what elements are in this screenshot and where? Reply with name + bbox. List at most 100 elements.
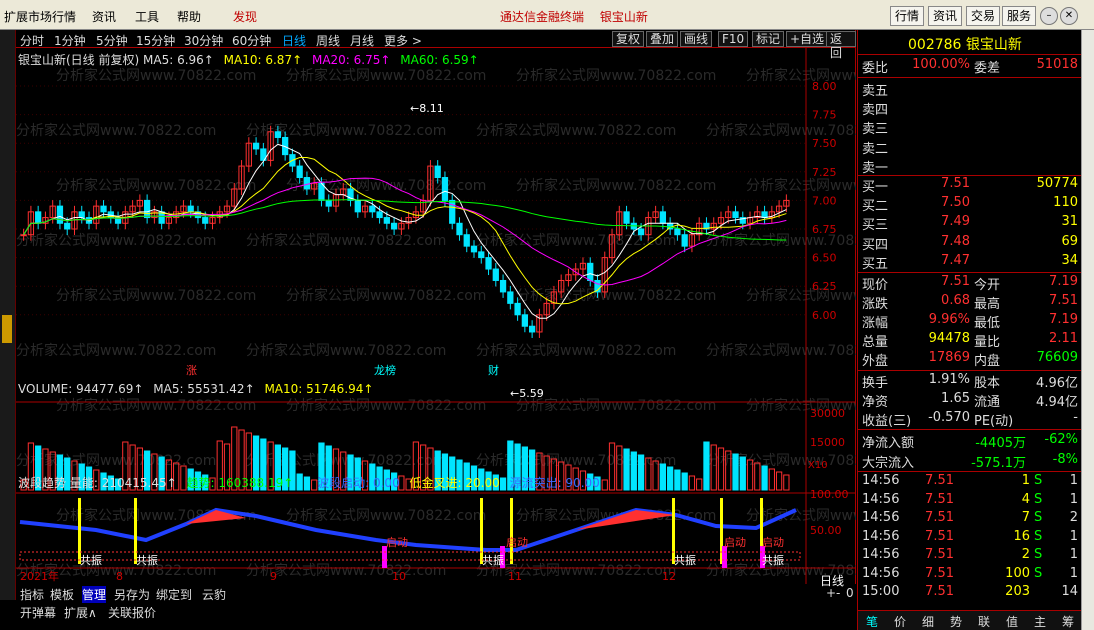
tab-danmu[interactable]: 开弹幕 <box>20 604 56 621</box>
candle-body <box>187 205 194 213</box>
stat-cell: 现价 <box>862 278 889 293</box>
period-month[interactable]: 月线 <box>350 32 374 49</box>
watermark-text: 分析家公式网www.70822.com <box>56 287 256 304</box>
tick-cell: 1 <box>1021 473 1030 488</box>
tab-yunbao[interactable]: 云豹 <box>202 586 226 603</box>
stat-cell: 收益(三) <box>862 414 912 429</box>
quote-tab[interactable]: 主 <box>1034 613 1046 630</box>
period-30min[interactable]: 30分钟 <box>184 32 223 49</box>
candle-body <box>659 211 667 224</box>
book-label: 买二 <box>862 199 889 215</box>
tick-cell: 4 <box>1021 491 1030 507</box>
sell-row: 卖四 <box>858 99 1082 118</box>
stat-cell: 7.51 <box>941 274 970 289</box>
service-button[interactable]: 服务 <box>1002 6 1037 26</box>
buy-row: 买五 7.47 34 <box>858 253 1082 272</box>
date-tick-label: 12 <box>662 570 676 583</box>
date-tick-label: 11 <box>508 570 522 583</box>
quote-tab[interactable]: 联 <box>978 613 990 630</box>
period-week[interactable]: 周线 <box>316 32 340 49</box>
quote-tab[interactable]: 势 <box>950 613 962 630</box>
stat-row: 涨幅 9.96% 最低 7.19 <box>858 312 1082 331</box>
candle-body <box>56 205 64 224</box>
watermark-text: 分析家公式网www.70822.com <box>706 342 856 359</box>
tick-cell: 203 <box>1005 584 1030 599</box>
period-5min[interactable]: 5分钟 <box>96 32 128 49</box>
tick-cell: 1 <box>1069 473 1078 488</box>
stock-title: 银宝山新 <box>599 10 648 24</box>
news-button[interactable]: 资讯 <box>928 6 963 26</box>
candle-body <box>202 217 209 224</box>
fuquan-button[interactable]: 复权 <box>612 31 645 47</box>
tick-cell: 7.51 <box>925 473 954 488</box>
expand-panel-tab[interactable] <box>2 315 12 343</box>
book-label: 卖一 <box>862 160 889 176</box>
tab-extend[interactable]: 扩展∧ <box>64 604 97 621</box>
book-label: 买四 <box>862 237 889 253</box>
back-button[interactable]: 返回 <box>826 31 856 60</box>
price-tick-label: 6.25 <box>812 280 837 293</box>
watermark-text: 分析家公式网www.70822.com <box>16 232 216 249</box>
tick-cell: 7.51 <box>925 565 954 581</box>
tab-manage[interactable]: 管理 <box>82 586 107 603</box>
candle-body <box>463 234 470 247</box>
volume-bar <box>681 472 688 491</box>
watermark-text: 分析家公式网www.70822.com <box>16 342 216 359</box>
tick-cell: 2 <box>1069 510 1078 525</box>
quotes-button[interactable]: 行情 <box>890 6 925 26</box>
quote-tab[interactable]: 值 <box>1006 613 1018 630</box>
stat-cell: 涨幅 <box>862 316 889 331</box>
menu-tools[interactable]: 工具 <box>135 8 159 25</box>
book-label: 卖三 <box>862 122 889 138</box>
quote-tab[interactable]: 价 <box>894 613 906 630</box>
f10-button[interactable]: F10 <box>718 31 749 47</box>
quote-tab[interactable]: 细 <box>922 613 934 630</box>
book-price: 7.48 <box>941 233 970 249</box>
draw-line-button[interactable]: 画线 <box>680 31 713 47</box>
candle-body <box>761 211 768 219</box>
watermark-text: 分析家公式网www.70822.com <box>706 452 856 469</box>
volume-bar <box>630 451 637 491</box>
period-60min[interactable]: 60分钟 <box>232 32 271 49</box>
price-tick-label: 6.00 <box>812 309 837 322</box>
period-tick[interactable]: 分时 <box>20 32 44 49</box>
minimize-icon[interactable]: – <box>1040 7 1058 25</box>
tab-bind-to[interactable]: 绑定到 <box>156 586 192 603</box>
watermark-text: 分析家公式网www.70822.com <box>286 177 486 194</box>
candle-body <box>274 131 282 138</box>
gongzhen-label: 共振 <box>762 553 784 567</box>
tab-related-quote[interactable]: 关联报价 <box>108 604 156 621</box>
tab-template[interactable]: 模板 <box>50 586 74 603</box>
menu-extended-market[interactable]: 扩展市场行情 <box>4 8 76 25</box>
watermark-layer: 分析家公式网www.70822.com 分析家公式网www.70822.com 分析… <box>16 67 856 579</box>
menu-help[interactable]: 帮助 <box>177 8 201 25</box>
mark-button[interactable]: 标记 <box>752 31 785 47</box>
scrollbar[interactable] <box>1081 30 1094 630</box>
close-icon[interactable]: ✕ <box>1060 7 1078 25</box>
chart-area[interactable]: 分析家公式网www.70822.com 分析家公式网www.70822.com 分析… <box>16 30 856 600</box>
tab-indicator[interactable]: 指标 <box>20 586 44 603</box>
volume-bar <box>775 471 783 491</box>
stat-cell: 最高 <box>974 297 1001 312</box>
zoom-reset-button[interactable]: 0 <box>846 586 854 600</box>
stock-header: 002786 银宝山新 <box>908 34 1022 54</box>
flow-cell: 大宗流入 <box>862 456 915 471</box>
volume-header: VOLUME: 94477.69↑ MA5: 55531.42↑ MA10: 5… <box>18 382 373 396</box>
trade-button[interactable]: 交易 <box>966 6 1001 26</box>
quote-tab[interactable]: 笔 <box>866 613 878 630</box>
kline-chart[interactable]: 分析家公式网www.70822.com 分析家公式网www.70822.com 分析… <box>16 30 856 584</box>
period-1min[interactable]: 1分钟 <box>54 32 86 49</box>
quote-tab[interactable]: 筹 <box>1062 613 1074 630</box>
tab-save-as[interactable]: 另存为 <box>114 586 150 603</box>
menu-discover[interactable]: 发现 <box>233 8 257 25</box>
liang-label: 量能: 210415.45↑ <box>69 476 177 490</box>
period-day[interactable]: 日线 <box>282 32 306 49</box>
menu-news[interactable]: 资讯 <box>92 8 116 25</box>
period-15min[interactable]: 15分钟 <box>136 32 175 49</box>
zoom-out-button[interactable]: - <box>836 586 840 600</box>
add-watchlist-button[interactable]: +自选 <box>786 31 829 47</box>
zoom-in-button[interactable]: + <box>826 586 836 600</box>
stat-cell: 1.65 <box>941 391 970 406</box>
period-more[interactable]: 更多 > <box>384 32 422 49</box>
overlay-button[interactable]: 叠加 <box>646 31 679 47</box>
